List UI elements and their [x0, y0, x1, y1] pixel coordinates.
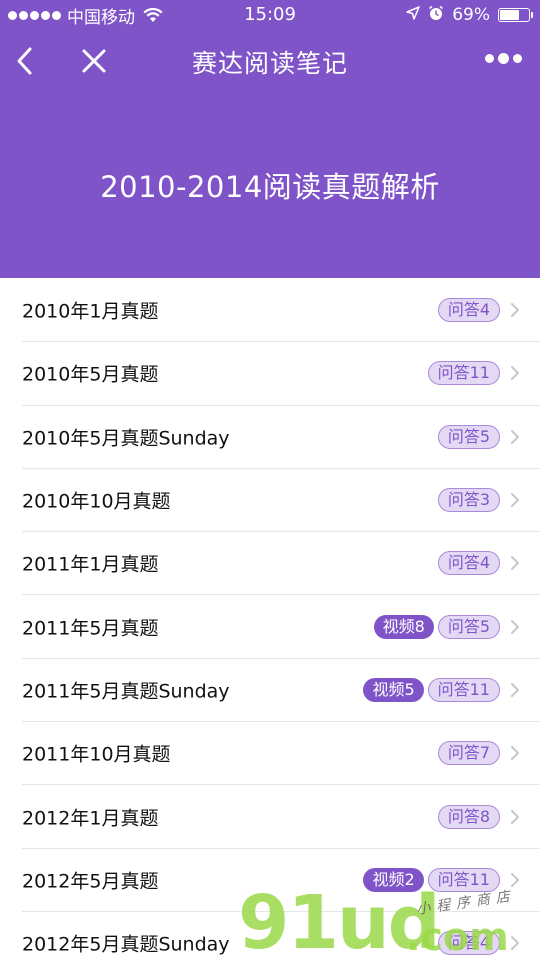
qa-count-badge: 问答4: [437, 298, 500, 323]
page-title: 赛达阅读笔记: [191, 49, 348, 78]
qa-count-badge: 问答8: [437, 804, 500, 829]
list-item[interactable]: 2011年1月真题 问答4: [22, 532, 540, 596]
list-item[interactable]: 2011年5月真题Sunday 视频5 问答11: [22, 659, 540, 723]
qa-count-badge: 问答3: [437, 488, 500, 513]
list-item[interactable]: 2012年5月真题 视频2 问答11: [22, 849, 540, 912]
chevron-right-icon: [511, 809, 519, 824]
navigation-bar: 赛达阅读笔记: [0, 30, 540, 92]
list-item-label: 2011年5月真题: [22, 617, 159, 640]
app-screen: 中国移动 15:09 69% 赛达阅读笔记 2010-2014阅读真题解析 20…: [0, 0, 540, 960]
alarm-icon: [428, 5, 444, 26]
status-right: 69%: [406, 4, 533, 26]
chevron-right-icon: [511, 746, 519, 761]
list-item-label: 2011年5月真题Sunday: [22, 680, 230, 703]
chevron-right-icon: [511, 556, 519, 571]
battery-level-fill: [500, 10, 520, 20]
list-item[interactable]: 2011年10月真题 问答7: [22, 722, 540, 786]
video-count-badge: 视频2: [363, 867, 424, 892]
list-item-badges: 视频5 问答11: [363, 677, 520, 702]
list-item-badges: 问答11: [427, 361, 520, 386]
chevron-right-icon: [511, 429, 519, 444]
list-item-badges: 问答5: [437, 424, 520, 449]
chevron-right-icon: [511, 872, 519, 887]
list-item[interactable]: 2010年5月真题 问答11: [22, 342, 540, 406]
chevron-right-icon: [511, 493, 519, 508]
chevron-right-icon: [511, 936, 519, 951]
qa-count-badge: 问答5: [437, 614, 500, 639]
list-item-label: 2010年1月真题: [22, 300, 159, 323]
qa-count-badge: 问答4: [437, 931, 500, 956]
list-item-badges: 问答8: [437, 804, 520, 829]
qa-count-badge: 问答11: [427, 867, 500, 892]
list-item-badges: 问答4: [437, 931, 520, 956]
list-item-label: 2012年5月真题: [22, 870, 159, 893]
list-item-label: 2011年10月真题: [22, 743, 171, 766]
list-item-badges: 视频2 问答11: [363, 867, 520, 892]
list-item[interactable]: 2011年5月真题 视频8 问答5: [22, 595, 540, 659]
list-item-label: 2010年5月真题: [22, 363, 159, 386]
qa-count-badge: 问答7: [437, 741, 500, 766]
chevron-right-icon: [511, 619, 519, 634]
chevron-right-icon: [511, 366, 519, 381]
location-arrow-icon: [406, 5, 420, 25]
list-item-label: 2012年1月真题: [22, 807, 159, 830]
list-item[interactable]: 2012年5月真题Sunday 问答4: [22, 912, 540, 960]
list-item-badges: 问答7: [437, 741, 520, 766]
video-count-badge: 视频5: [363, 677, 424, 702]
more-button[interactable]: [485, 53, 522, 64]
list-item[interactable]: 2010年10月真题 问答3: [22, 469, 540, 533]
list-item-badges: 问答3: [437, 488, 520, 513]
header-banner: 中国移动 15:09 69% 赛达阅读笔记 2010-2014阅读真题解析: [0, 0, 540, 278]
status-bar: 中国移动 15:09 69%: [0, 0, 540, 30]
video-count-badge: 视频8: [373, 614, 434, 639]
list-item-badges: 视频8 问答5: [373, 614, 520, 639]
qa-count-badge: 问答5: [437, 424, 500, 449]
list-item-label: 2012年5月真题Sunday: [22, 933, 230, 956]
battery-icon: [498, 8, 533, 22]
battery-percent: 69%: [452, 5, 490, 25]
qa-count-badge: 问答4: [437, 551, 500, 576]
list-item-label: 2010年10月真题: [22, 490, 171, 513]
chevron-right-icon: [511, 303, 519, 318]
qa-count-badge: 问答11: [427, 677, 500, 702]
list-item-label: 2011年1月真题: [22, 553, 159, 576]
list-item[interactable]: 2012年1月真题 问答8: [22, 785, 540, 849]
more-dots-icon: [485, 54, 494, 63]
exam-list: 2010年1月真题 问答4 2010年5月真题 问答11 2010年5月真题Sunday…: [0, 279, 540, 960]
list-item-badges: 问答4: [437, 551, 520, 576]
list-item-label: 2010年5月真题Sunday: [22, 427, 230, 450]
banner-title: 2010-2014阅读真题解析: [100, 170, 440, 204]
list-item[interactable]: 2010年5月真题Sunday 问答5: [22, 406, 540, 469]
list-item[interactable]: 2010年1月真题 问答4: [22, 279, 540, 343]
list-item-badges: 问答4: [437, 298, 520, 323]
qa-count-badge: 问答11: [427, 361, 500, 386]
chevron-right-icon: [511, 682, 519, 697]
